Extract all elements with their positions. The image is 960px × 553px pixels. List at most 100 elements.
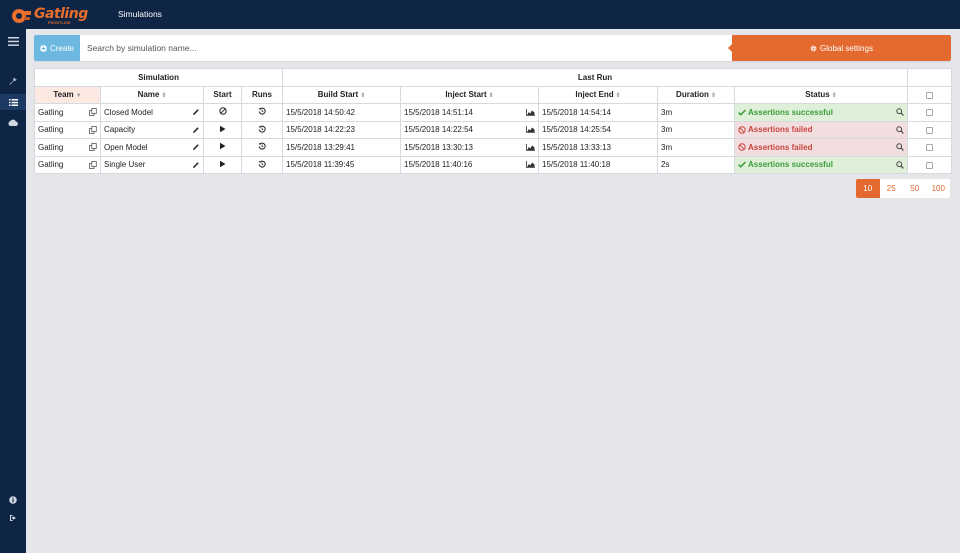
start-column-header: Start: [203, 85, 242, 104]
history-icon[interactable]: [258, 107, 266, 115]
runs-column-header: Runs: [240, 85, 284, 104]
last-run-group-header: Last Run: [282, 68, 909, 87]
runs-cell: [240, 120, 284, 139]
status-column-header[interactable]: Status ⇕: [734, 85, 909, 104]
select-cell: [907, 103, 953, 122]
select-cell: [907, 138, 953, 157]
logo-subtext: FRONTLINE: [48, 21, 71, 25]
build-start-cell: 15/5/2018 11:39:45: [282, 155, 402, 174]
select-all-header[interactable]: [907, 85, 953, 104]
sort-icon: ⇕: [710, 93, 716, 100]
select-cell: [907, 155, 953, 174]
inject-end-cell: 15/5/2018 13:33:13: [538, 138, 659, 157]
team-cell: Gatling: [34, 103, 101, 122]
table-row: Gatling Single User 15/5/2018 11:39:45 15/5…: [34, 155, 953, 174]
search-icon[interactable]: [896, 161, 904, 169]
inject-start-value: 15/5/2018 14:51:14: [404, 107, 473, 117]
logo-gear-icon: [12, 9, 31, 23]
page-size-option-100[interactable]: 100: [927, 179, 951, 198]
team-column-header[interactable]: Team ▼: [34, 85, 101, 104]
status-header-label: Status: [805, 90, 830, 100]
plus-circle-icon: [40, 44, 47, 52]
history-icon[interactable]: [258, 142, 266, 150]
disabled-icon[interactable]: [218, 107, 227, 115]
page-size-option-50[interactable]: 50: [903, 179, 927, 198]
area-chart-icon[interactable]: [526, 143, 536, 151]
copy-icon[interactable]: [89, 125, 97, 134]
status-cell: Assertions failed: [734, 138, 909, 157]
search-input[interactable]: [87, 39, 727, 57]
simulation-name[interactable]: Capacity: [104, 125, 135, 134]
play-icon[interactable]: [219, 142, 226, 150]
copy-icon[interactable]: [89, 108, 97, 117]
sort-icon: ⇕: [615, 93, 621, 100]
inject-start-column-header[interactable]: Inject Start ⇕: [400, 85, 540, 104]
menu-icon[interactable]: [0, 33, 26, 49]
simulation-name[interactable]: Open Model: [104, 143, 148, 152]
name-cell: Single User: [100, 155, 204, 174]
inject-end-column-header[interactable]: Inject End ⇕: [538, 85, 659, 104]
team-value: Gatling: [38, 160, 64, 170]
logout-icon[interactable]: [0, 510, 26, 526]
inject-start-value: 15/5/2018 14:22:54: [404, 125, 473, 135]
duration-cell: 2s: [657, 155, 736, 174]
check-icon: [738, 161, 746, 169]
area-chart-icon[interactable]: [526, 161, 536, 169]
inject-start-value: 15/5/2018 13:30:13: [404, 142, 473, 152]
search-icon[interactable]: [896, 126, 904, 134]
global-settings-label: Global settings: [820, 43, 873, 53]
status-text: Assertions successful: [748, 160, 833, 170]
history-icon[interactable]: [258, 125, 266, 133]
page-size-option-25[interactable]: 25: [880, 179, 904, 198]
play-icon[interactable]: [219, 125, 226, 133]
inject-start-header-label: Inject Start: [445, 90, 487, 100]
pencil-icon[interactable]: [192, 126, 200, 134]
inject-end-cell: 15/5/2018 14:54:14: [538, 103, 659, 122]
select-all-checkbox[interactable]: [926, 91, 934, 99]
play-icon[interactable]: [219, 160, 226, 168]
copy-icon[interactable]: [89, 160, 97, 169]
toolbar: Create Global settings: [34, 35, 951, 61]
status-cell: Assertions failed: [734, 120, 909, 139]
area-chart-icon[interactable]: [526, 108, 536, 116]
pencil-icon[interactable]: [192, 108, 200, 116]
sort-desc-icon: ▼: [75, 93, 82, 100]
row-checkbox[interactable]: [926, 126, 934, 134]
name-cell: Open Model: [100, 138, 204, 157]
global-settings-button[interactable]: Global settings: [728, 35, 951, 61]
gatling-logo[interactable]: Gatling FRONTLINE: [10, 6, 90, 26]
search-icon[interactable]: [896, 108, 904, 117]
duration-column-header[interactable]: Duration ⇕: [657, 85, 736, 104]
simulation-name[interactable]: Closed Model: [104, 108, 153, 117]
row-checkbox[interactable]: [926, 144, 934, 152]
inject-end-header-label: Inject End: [575, 90, 614, 100]
search-icon[interactable]: [896, 143, 904, 152]
name-column-header[interactable]: Name ⇕: [100, 85, 204, 104]
page-size-option-10[interactable]: 10: [856, 179, 880, 198]
area-chart-icon[interactable]: [526, 126, 536, 134]
team-cell: Gatling: [34, 120, 101, 139]
duration-cell: 3m: [657, 103, 736, 122]
start-cell: [203, 138, 242, 157]
start-cell: [203, 155, 242, 174]
team-header-label: Team: [53, 90, 74, 100]
info-icon[interactable]: [0, 492, 26, 508]
empty-header: [907, 68, 953, 87]
status-text: Assertions failed: [748, 125, 813, 135]
simulation-group-header: Simulation: [33, 68, 284, 87]
create-button[interactable]: Create: [34, 35, 80, 61]
simulation-name[interactable]: Single User: [104, 160, 145, 169]
row-checkbox[interactable]: [926, 161, 934, 169]
status-cell: Assertions successful: [734, 103, 909, 122]
pencil-icon[interactable]: [192, 143, 200, 151]
copy-icon[interactable]: [89, 143, 97, 152]
build-start-header-label: Build Start: [317, 90, 359, 100]
cloud-icon[interactable]: [0, 114, 26, 130]
list-icon[interactable]: [0, 94, 26, 110]
pencil-icon[interactable]: [192, 161, 200, 169]
wrench-icon[interactable]: [0, 73, 26, 89]
build-start-column-header[interactable]: Build Start ⇕: [282, 85, 402, 104]
sort-icon: ⇕: [831, 93, 837, 100]
row-checkbox[interactable]: [926, 109, 934, 117]
history-icon[interactable]: [258, 160, 266, 168]
